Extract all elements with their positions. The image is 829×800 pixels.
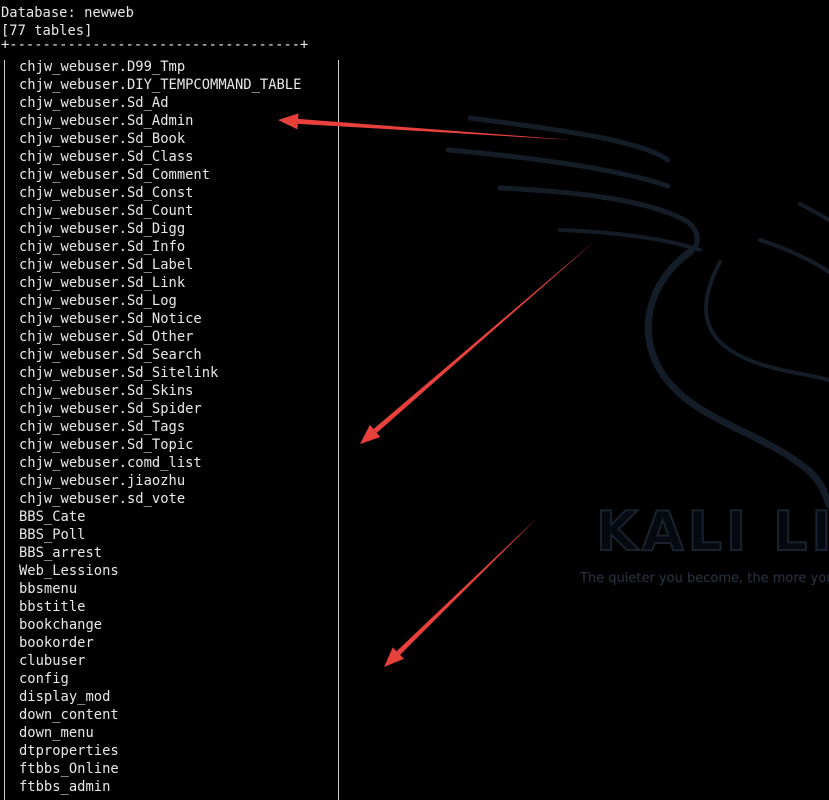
table-row: Web_Lessions bbox=[19, 563, 119, 579]
table-row: chjw_webuser.Sd_Log bbox=[19, 293, 177, 309]
table-row: down_content bbox=[19, 707, 119, 723]
terminal-output: Database: newweb [77 tables] +----------… bbox=[0, 0, 829, 800]
table-row: chjw_webuser.Sd_Const bbox=[19, 185, 194, 201]
table-row: dtproperties bbox=[19, 743, 119, 759]
table-row: chjw_webuser.Sd_Sitelink bbox=[19, 365, 219, 381]
table-row: ftbbs_Online bbox=[19, 761, 119, 777]
table-row: chjw_webuser.Sd_Skins bbox=[19, 383, 194, 399]
table-row: chjw_webuser.D99_Tmp bbox=[19, 59, 186, 75]
table-row: chjw_webuser.Sd_Search bbox=[19, 347, 202, 363]
database-label: Database: newweb bbox=[1, 5, 134, 21]
table-row: clubuser bbox=[19, 653, 86, 669]
table-row: BBS_arrest bbox=[19, 545, 103, 561]
table-row: down_menu bbox=[19, 725, 94, 741]
table-row: chjw_webuser.comd_list bbox=[19, 455, 202, 471]
table-row: chjw_webuser.Sd_Topic bbox=[19, 437, 194, 453]
table-row: chjw_webuser.sd_vote bbox=[19, 491, 186, 507]
table-row: chjw_webuser.DIY_TEMPCOMMAND_TABLE bbox=[19, 77, 302, 93]
table-row: chjw_webuser.Sd_Spider bbox=[19, 401, 202, 417]
table-right-border bbox=[338, 60, 339, 800]
table-row: ftbbs_admin bbox=[19, 779, 111, 795]
table-row: BBS_Poll bbox=[19, 527, 86, 543]
table-row: chjw_webuser.Sd_Other bbox=[19, 329, 194, 345]
table-row: bookorder bbox=[19, 635, 94, 651]
table-row: chjw_webuser.Sd_Link bbox=[19, 275, 186, 291]
table-row: bookchange bbox=[19, 617, 103, 633]
table-row: chjw_webuser.Sd_Count bbox=[19, 203, 194, 219]
table-row: BBS_Cate bbox=[19, 509, 86, 525]
table-row: chjw_webuser.Sd_Notice bbox=[19, 311, 202, 327]
table-row: chjw_webuser.Sd_Class bbox=[19, 149, 194, 165]
table-row: chjw_webuser.Sd_Label bbox=[19, 257, 194, 273]
table-left-border bbox=[4, 60, 5, 800]
table-top-border: +-----------------------------------+ bbox=[1, 37, 309, 53]
table-row: config bbox=[19, 671, 69, 687]
table-row: display_mod bbox=[19, 689, 111, 705]
table-row: chjw_webuser.Sd_Book bbox=[19, 131, 186, 147]
table-row: chjw_webuser.Sd_Ad bbox=[19, 95, 169, 111]
table-row: chjw_webuser.Sd_Comment bbox=[19, 167, 211, 183]
table-row: bbsmenu bbox=[19, 581, 78, 597]
table-row: chjw_webuser.Sd_Admin bbox=[19, 113, 194, 129]
table-row: chjw_webuser.Sd_Info bbox=[19, 239, 186, 255]
table-row: chjw_webuser.Sd_Tags bbox=[19, 419, 186, 435]
table-row: bbstitle bbox=[19, 599, 86, 615]
table-row: chjw_webuser.Sd_Digg bbox=[19, 221, 186, 237]
table-row: chjw_webuser.jiaozhu bbox=[19, 473, 186, 489]
